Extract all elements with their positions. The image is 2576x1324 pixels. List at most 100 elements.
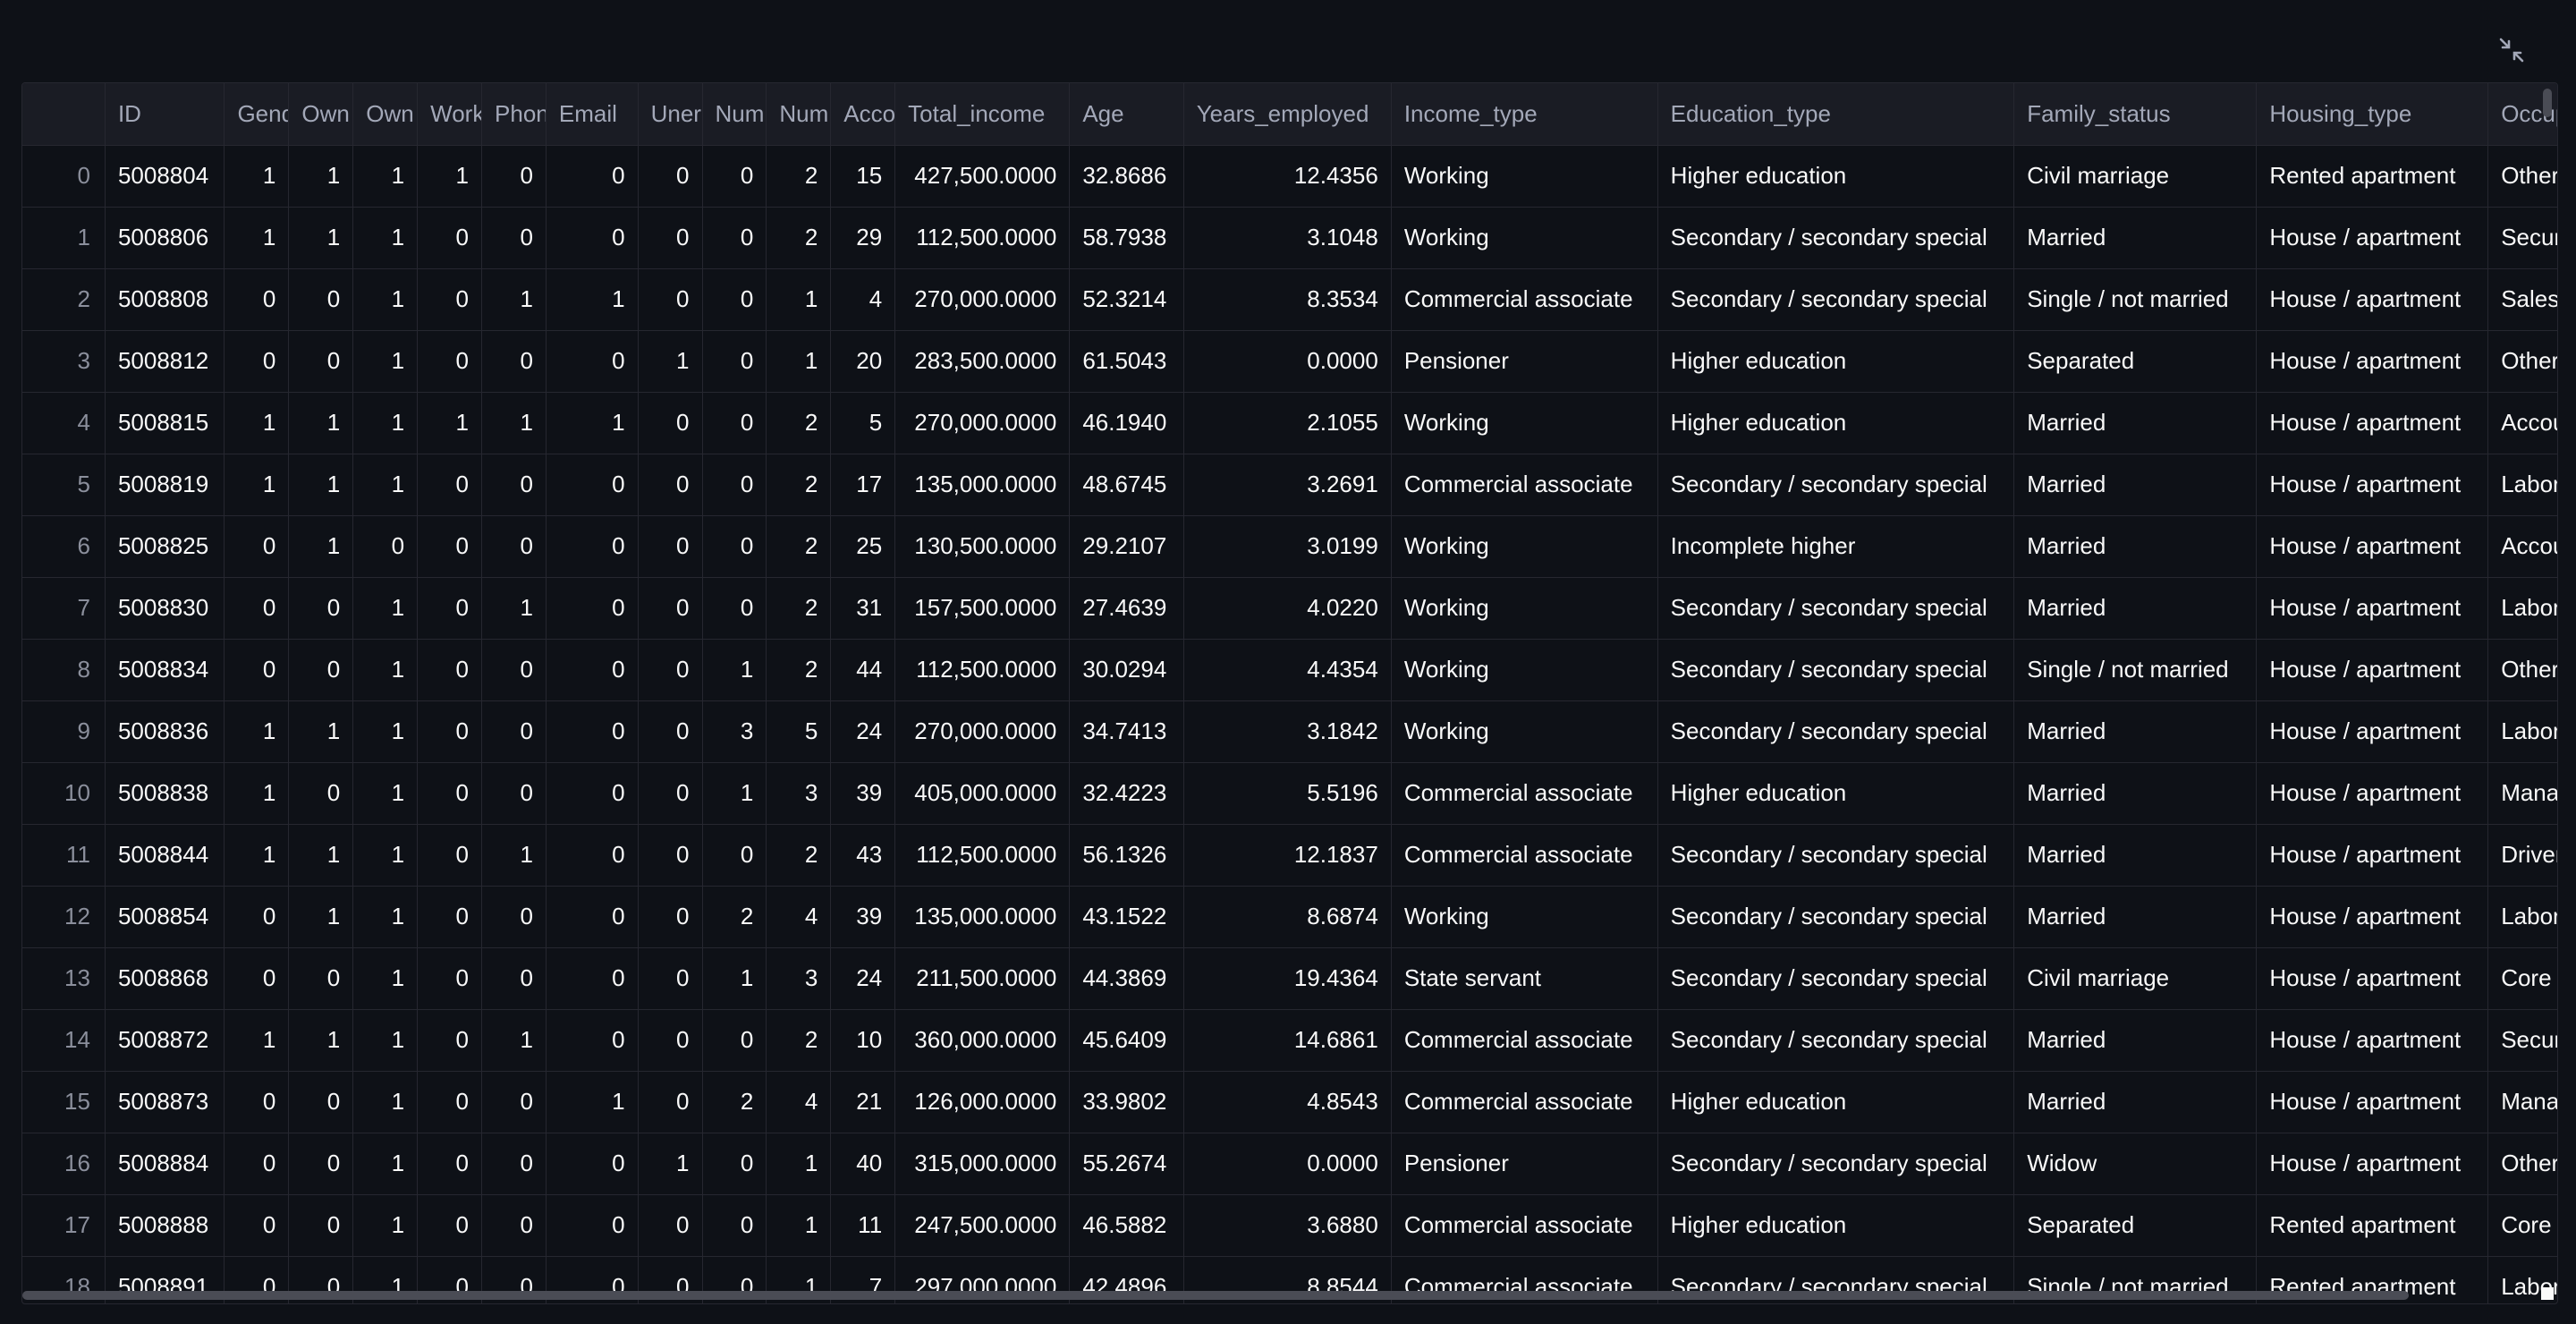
table-cell[interactable]: 135,000.0000 [894, 454, 1071, 516]
table-cell[interactable]: 5.5196 [1183, 762, 1392, 825]
table-cell[interactable]: 1 [352, 1133, 419, 1195]
table-cell[interactable]: 5008815 [105, 392, 225, 454]
table-cell[interactable]: 0 [481, 762, 547, 825]
table-cell[interactable]: 1 [638, 330, 703, 393]
table-cell[interactable]: 1 [766, 1194, 832, 1257]
table-cell[interactable]: 1 [288, 454, 354, 516]
table-cell[interactable]: 0 [417, 515, 483, 578]
table-cell[interactable]: Laborers [2487, 700, 2557, 763]
table-cell[interactable]: 270,000.0000 [894, 700, 1071, 763]
column-header[interactable]: Age [1069, 83, 1184, 146]
table-row[interactable]: 14 5008872 1 1 1 0 1 0 0 0 2 10 360,000.0000 45.6409 1… [22, 1009, 2557, 1072]
table-cell[interactable]: 39 [830, 762, 896, 825]
table-cell[interactable]: 0 [546, 886, 639, 948]
table-cell[interactable]: 2 [766, 392, 832, 454]
table-cell[interactable]: 0 [417, 639, 483, 701]
table-cell[interactable]: 1 [352, 145, 419, 208]
table-cell[interactable]: 3.0199 [1183, 515, 1392, 578]
table-cell[interactable]: Married [2013, 515, 2258, 578]
table-row[interactable]: 13 5008868 0 0 1 0 0 0 0 1 3 24 211,500.0000 44.3869 1… [22, 947, 2557, 1010]
table-cell[interactable]: 0 [481, 1071, 547, 1133]
table-cell[interactable]: Higher education [1657, 1194, 2015, 1257]
table-cell[interactable]: 12.1837 [1183, 824, 1392, 887]
table-cell[interactable]: 0 [638, 454, 703, 516]
table-cell[interactable]: 1 [546, 392, 639, 454]
table-cell[interactable]: 0 [481, 947, 547, 1010]
table-cell[interactable]: House / apartment [2256, 762, 2489, 825]
table-row[interactable]: 12 5008854 0 1 1 0 0 0 0 2 4 39 135,000.0000 43.1522 8… [22, 886, 2557, 948]
table-cell[interactable]: 56.1326 [1069, 824, 1184, 887]
table-cell[interactable]: 0 [546, 1194, 639, 1257]
table-cell[interactable]: 1 [288, 700, 354, 763]
table-cell[interactable]: 0 [702, 515, 767, 578]
table-cell[interactable]: 1 [481, 392, 547, 454]
table-cell[interactable]: House / apartment [2256, 454, 2489, 516]
table-cell[interactable]: 1 [352, 824, 419, 887]
table-row[interactable]: 10 5008838 1 0 1 0 0 0 0 1 3 39 405,000.0000 32.4223 5… [22, 762, 2557, 825]
table-cell[interactable]: 0 [481, 515, 547, 578]
table-cell[interactable]: 0 [417, 268, 483, 331]
column-header[interactable]: Own [352, 83, 419, 146]
table-cell[interactable]: 0 [417, 886, 483, 948]
table-cell[interactable]: 5008884 [105, 1133, 225, 1195]
table-cell[interactable]: Other [2487, 330, 2557, 393]
table-row[interactable]: 0 5008804 1 1 1 1 0 0 0 0 2 15 427,500.0000 32.8686 12… [22, 145, 2557, 208]
table-cell[interactable]: Laborers [2487, 886, 2557, 948]
table-cell[interactable]: 5008808 [105, 268, 225, 331]
table-cell[interactable]: 0 [417, 577, 483, 640]
table-cell[interactable]: 0 [417, 454, 483, 516]
table-cell[interactable]: 0 [481, 330, 547, 393]
table-cell[interactable]: 19.4364 [1183, 947, 1392, 1010]
table-cell[interactable]: 0 [546, 1009, 639, 1072]
table-cell[interactable]: 1 [481, 824, 547, 887]
table-cell[interactable]: 5008830 [105, 577, 225, 640]
table-cell[interactable]: 0 [638, 1009, 703, 1072]
table-cell[interactable]: 0 [224, 1071, 290, 1133]
table-cell[interactable]: 0 [481, 1133, 547, 1195]
table-cell[interactable]: 5008819 [105, 454, 225, 516]
exit-fullscreen-button[interactable] [2496, 34, 2528, 66]
table-cell[interactable]: Civil marriage [2013, 947, 2258, 1010]
table-cell[interactable]: 135,000.0000 [894, 886, 1071, 948]
table-cell[interactable]: 5008838 [105, 762, 225, 825]
table-cell[interactable]: 24 [830, 700, 896, 763]
table-row[interactable]: 8 5008834 0 0 1 0 0 0 0 1 2 44 112,500.0000 30.0294 4.… [22, 639, 2557, 701]
table-cell[interactable]: Secondary / secondary special [1657, 1133, 2015, 1195]
table-cell[interactable]: 0 [638, 207, 703, 269]
table-cell[interactable]: 27.4639 [1069, 577, 1184, 640]
table-cell[interactable]: Accountants [2487, 392, 2557, 454]
table-cell[interactable]: House / apartment [2256, 639, 2489, 701]
table-cell[interactable]: 0 [638, 947, 703, 1010]
table-cell[interactable]: 0 [546, 454, 639, 516]
table-cell[interactable]: 0 [481, 886, 547, 948]
table-cell[interactable]: Secondary / secondary special [1657, 886, 2015, 948]
table-cell[interactable]: 1 [224, 824, 290, 887]
table-cell[interactable]: House / apartment [2256, 515, 2489, 578]
table-cell[interactable]: 0 [481, 145, 547, 208]
table-cell[interactable]: Rented apartment [2256, 1194, 2489, 1257]
table-cell[interactable]: House / apartment [2256, 330, 2489, 393]
table-cell[interactable]: 4 [766, 886, 832, 948]
table-cell[interactable]: 0 [417, 700, 483, 763]
table-cell[interactable]: 0 [702, 268, 767, 331]
table-cell[interactable]: 157,500.0000 [894, 577, 1071, 640]
table-cell[interactable]: 0 [224, 330, 290, 393]
vertical-scrollbar[interactable] [2543, 89, 2552, 117]
table-cell[interactable]: 0 [638, 639, 703, 701]
table-cell[interactable]: 112,500.0000 [894, 207, 1071, 269]
table-cell[interactable]: 5 [830, 392, 896, 454]
table-cell[interactable]: 126,000.0000 [894, 1071, 1071, 1133]
table-cell[interactable]: 0 [638, 824, 703, 887]
column-header[interactable]: Education_type [1657, 83, 2015, 146]
column-header[interactable]: Phon [481, 83, 547, 146]
table-cell[interactable]: 0 [546, 330, 639, 393]
table-cell[interactable]: 0 [638, 145, 703, 208]
table-row[interactable]: 2 5008808 0 0 1 0 1 1 0 0 1 4 270,000.0000 52.3214 8.3… [22, 268, 2557, 331]
table-cell[interactable]: Married [2013, 392, 2258, 454]
table-cell[interactable]: 0 [638, 268, 703, 331]
column-header[interactable]: Num [766, 83, 832, 146]
table-cell[interactable]: 1 [352, 700, 419, 763]
table-cell[interactable]: Working [1391, 886, 1658, 948]
table-cell[interactable]: 1 [417, 392, 483, 454]
table-cell[interactable]: Secondary / secondary special [1657, 1009, 2015, 1072]
